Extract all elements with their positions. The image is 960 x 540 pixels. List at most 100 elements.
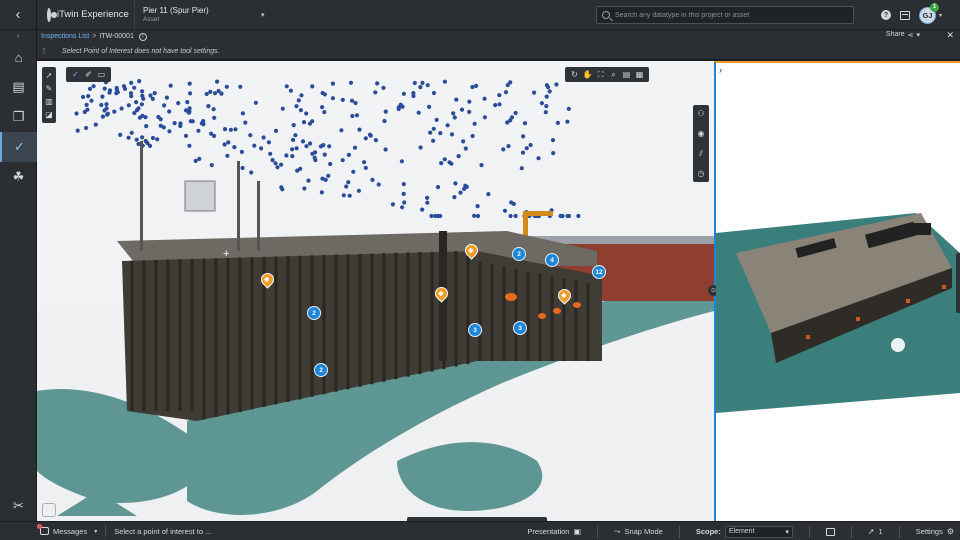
- messages-icon: [37, 524, 49, 535]
- 3d-viewport[interactable]: ➚ ✎ ▥ ◪ ✓ ✐ ▭ ↻ ✋ ⛶ ⌕ ▤ ▦ ⚇ ◉ ⫽ ◷ 2 4 12…: [37, 61, 714, 521]
- snap-mode-label: Snap Mode: [624, 527, 663, 536]
- scope-select[interactable]: Element ▾: [724, 525, 793, 538]
- header-actions: ? GJ 1 ▾: [880, 0, 942, 30]
- divider: [808, 525, 810, 538]
- presentation-icon: ▣: [573, 527, 582, 536]
- breadcrumb: Inspections List > ITW-00001 i Share ⋖ ▾…: [37, 30, 960, 43]
- rail-item-inspection[interactable]: ▤: [0, 72, 37, 102]
- settings-button[interactable]: Settings ⚙: [916, 527, 954, 536]
- view-layout-icon[interactable]: ▤: [620, 68, 633, 81]
- settings-label: Settings: [915, 527, 943, 536]
- divider: [898, 525, 900, 538]
- sign-board: [184, 180, 216, 212]
- rail-item-inspections[interactable]: ✓: [0, 132, 37, 162]
- user-initials: GJ: [922, 10, 933, 20]
- chevron-down-icon: ▾: [785, 528, 789, 536]
- close-icon[interactable]: ✕: [946, 30, 954, 41]
- draw-tool-icon[interactable]: ✐: [82, 68, 95, 81]
- window-icon[interactable]: [825, 527, 835, 536]
- select-tool-icon[interactable]: ➚: [43, 69, 56, 82]
- app-header: ‹ iTwin Experience Pier 11 (Spur Pier) A…: [0, 0, 960, 30]
- rotate-icon[interactable]: ↻: [568, 68, 581, 81]
- asset-type: Asset: [143, 16, 160, 23]
- alert-dot: [37, 524, 42, 529]
- presentation-button[interactable]: Presentation ▣: [527, 527, 581, 536]
- scope-control: Scope: Element ▾: [696, 525, 793, 538]
- rail-item-tools[interactable]: ✂: [0, 491, 37, 521]
- divider: [105, 525, 107, 537]
- inspection-icon: ▤: [12, 79, 25, 94]
- fit-view-icon[interactable]: ⛶: [594, 68, 607, 81]
- chevron-down-icon[interactable]: ▾: [939, 12, 942, 19]
- status-bar-right: Presentation ▣ ⤳ Snap Mode Scope: Elemen…: [527, 522, 954, 540]
- expand-rail-icon[interactable]: ›: [0, 30, 36, 42]
- selection-count[interactable]: ➚ 1: [868, 527, 883, 536]
- messages-label: Messages: [53, 526, 88, 536]
- left-rail: › ⌂ ▤ ❐ ✓ ☘ ✂: [0, 30, 37, 521]
- breadcrumb-inspections-list[interactable]: Inspections List: [41, 33, 89, 40]
- view-toolbar: ⚇ ◉ ⫽ ◷: [693, 105, 709, 182]
- zoom-window-icon[interactable]: ⌕: [607, 68, 620, 81]
- brand: iTwin Experience: [37, 0, 135, 30]
- panel-icon[interactable]: [899, 10, 910, 20]
- grip-icon[interactable]: ⁞⁞: [42, 47, 50, 56]
- issue-marker[interactable]: 4: [545, 253, 559, 267]
- breadcrumb-current: ITW-00001: [99, 33, 134, 40]
- help-icon[interactable]: ?: [880, 10, 891, 20]
- info-icon[interactable]: i: [138, 32, 147, 41]
- measure-tool-icon[interactable]: ✎: [43, 82, 56, 95]
- issue-marker[interactable]: 3: [513, 321, 527, 335]
- messages-button[interactable]: Messages ▾: [37, 524, 97, 536]
- horizontal-toolbar: ✓ ✐ ▭: [66, 67, 111, 82]
- clear-tool-icon[interactable]: ▥: [43, 95, 56, 108]
- issue-marker[interactable]: 12: [592, 265, 606, 279]
- pier-scene: [37, 79, 714, 516]
- footprints-icon: ☘: [12, 169, 25, 184]
- avatar[interactable]: GJ 1: [918, 2, 939, 24]
- crosshair-cursor: +: [223, 248, 230, 260]
- issue-marker[interactable]: 3: [468, 323, 482, 337]
- presentation-label: Presentation: [527, 527, 570, 536]
- rail-item-documents[interactable]: ❐: [0, 102, 37, 132]
- camera-icon[interactable]: ◉: [695, 127, 708, 140]
- search-input[interactable]: [615, 11, 845, 19]
- rail-item-footprints[interactable]: ☘: [0, 162, 37, 192]
- snap-mode-button[interactable]: ⤳ Snap Mode: [614, 527, 663, 537]
- search-icon: [602, 11, 610, 19]
- scope-value: Element: [728, 528, 755, 535]
- divider: [597, 525, 599, 538]
- rail-item-home[interactable]: ⌂: [0, 42, 37, 72]
- issue-marker[interactable]: 2: [314, 363, 328, 377]
- back-button[interactable]: ‹: [0, 0, 37, 30]
- walk-icon[interactable]: ⚇: [695, 107, 708, 120]
- search-box[interactable]: [596, 6, 854, 24]
- gear-icon: ⚙: [946, 527, 954, 536]
- navigation-cube-icon[interactable]: [42, 503, 56, 517]
- brand-name: iTwin Experience: [57, 9, 129, 20]
- share-button[interactable]: Share ⋖ ▾: [886, 31, 920, 39]
- point-cloud: [74, 79, 581, 219]
- clock-icon[interactable]: ◷: [695, 167, 708, 180]
- chevron-left-icon: ‹: [15, 6, 21, 23]
- selection-count-value: 1: [878, 527, 883, 536]
- tool-settings-message: Select Point of Interest does not have t…: [62, 47, 220, 55]
- tag-tool-icon[interactable]: ◪: [43, 108, 56, 121]
- documents-icon: ❐: [12, 109, 25, 124]
- tool-settings-bar: ⁞⁞ Select Point of Interest does not hav…: [37, 43, 960, 60]
- window-area-icon[interactable]: ▦: [633, 68, 646, 81]
- panel-scroll-handle[interactable]: [956, 253, 960, 313]
- chevron-down-icon: ▾: [916, 32, 920, 39]
- chevron-down-icon[interactable]: ▾: [261, 11, 265, 19]
- divider: [678, 525, 680, 538]
- checkmark-icon: ✓: [14, 139, 25, 154]
- section-icon[interactable]: ⫽: [695, 147, 708, 160]
- point-of-interest-tool-icon[interactable]: ✓: [69, 68, 82, 81]
- breadcrumb-separator: >: [92, 33, 97, 40]
- issue-marker[interactable]: 2: [512, 247, 526, 261]
- issue-marker[interactable]: 2: [307, 306, 321, 320]
- rectangle-tool-icon[interactable]: ▭: [95, 68, 108, 81]
- pan-icon[interactable]: ✋: [581, 68, 594, 81]
- home-icon: ⌂: [14, 49, 23, 65]
- asset-selector[interactable]: Pier 11 (Spur Pier) Asset: [135, 0, 255, 30]
- vertical-toolbar: ➚ ✎ ▥ ◪: [42, 67, 56, 123]
